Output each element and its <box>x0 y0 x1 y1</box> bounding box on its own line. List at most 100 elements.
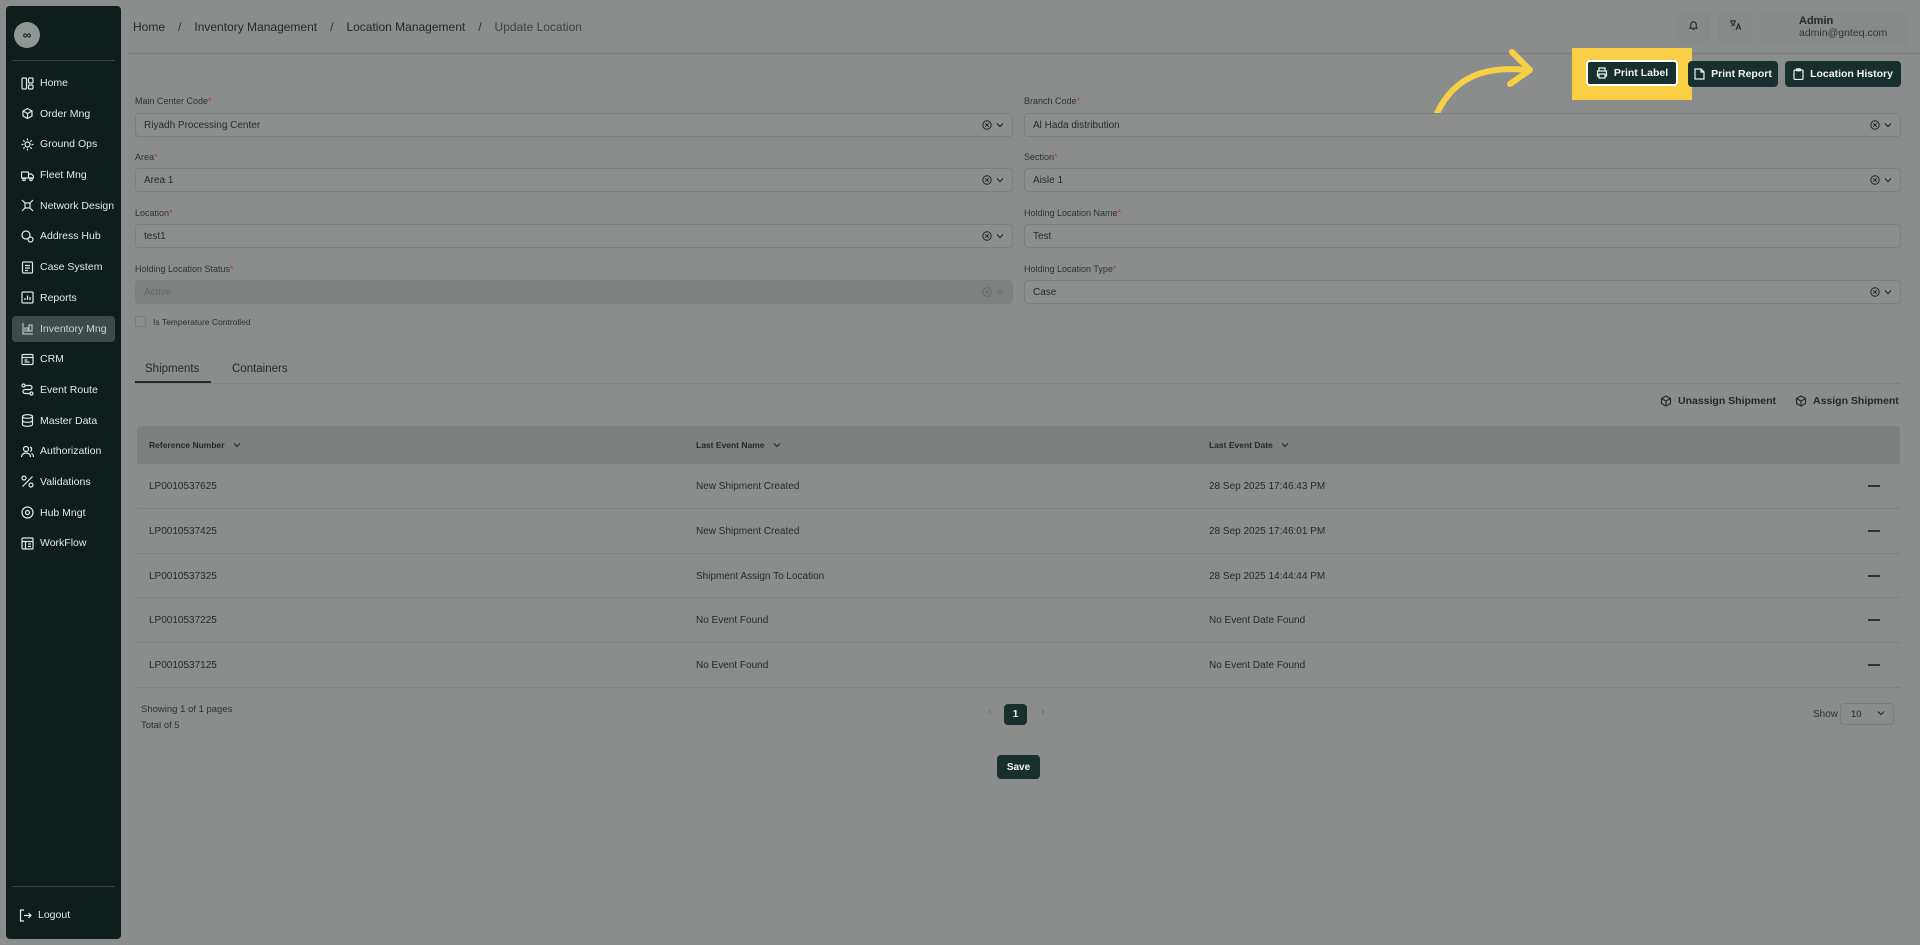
pagination-summary: Showing 1 of 1 pages Total of 5 <box>141 702 232 734</box>
area-label: Area* <box>135 152 158 162</box>
assign-shipment-label: Assign Shipment <box>1813 395 1899 407</box>
breadcrumb-separator: / <box>478 20 482 34</box>
chevron-down-icon <box>1877 709 1885 717</box>
sidebar-item-hub-mngt[interactable]: Hub Mngt <box>12 500 115 526</box>
sidebar-item-home[interactable]: Home <box>12 70 115 96</box>
temperature-controlled-checkbox[interactable] <box>135 316 146 327</box>
holding-location-name-value: Test <box>1033 231 1052 242</box>
location-select[interactable]: test1 <box>135 224 1013 248</box>
holding-location-type-select[interactable]: Case <box>1024 280 1901 304</box>
branch-code-select[interactable]: Al Hada distribution <box>1024 113 1901 137</box>
row-action-icon[interactable] <box>1868 574 1880 577</box>
clear-icon[interactable] <box>982 120 992 133</box>
unassign-shipment-label: Unassign Shipment <box>1678 395 1777 407</box>
required-marker: * <box>1076 96 1081 106</box>
chevron-down-icon <box>233 441 241 449</box>
table-row[interactable]: LP0010537425 New Shipment Created 28 Sep… <box>137 509 1900 554</box>
column-last-event-name[interactable]: Last Event Name <box>696 440 781 450</box>
row-action-icon[interactable] <box>1868 529 1880 532</box>
chevron-down-icon[interactable] <box>1884 121 1892 132</box>
sidebar-item-master-data[interactable]: Master Data <box>12 408 115 434</box>
table-row[interactable]: LP0010537125 No Event Found No Event Dat… <box>137 643 1900 688</box>
branch-code-label-text: Branch Code <box>1024 96 1077 106</box>
table-row[interactable]: LP0010537625 New Shipment Created 28 Sep… <box>137 464 1900 509</box>
notifications-button[interactable] <box>1676 12 1710 42</box>
breadcrumb-location[interactable]: Location Management <box>346 20 465 34</box>
sidebar-item-fleet-mng[interactable]: Fleet Mng <box>12 162 115 188</box>
chevron-down-icon[interactable] <box>996 232 1004 243</box>
user-menu[interactable]: Admin admin@gnteq.com <box>1760 12 1908 44</box>
save-button[interactable]: Save <box>997 755 1040 779</box>
location-history-text: Location History <box>1810 68 1893 80</box>
sidebar-item-reports[interactable]: Reports <box>12 285 115 311</box>
sidebar-item-workflow[interactable]: WorkFlow <box>12 530 115 556</box>
breadcrumb-current: Update Location <box>494 20 582 34</box>
language-button[interactable] <box>1718 12 1752 42</box>
table-header: Reference Number Last Event Name Last Ev… <box>137 426 1900 464</box>
sidebar-item-label: Address Hub <box>40 230 101 243</box>
breadcrumb-separator: / <box>330 20 334 34</box>
print-report-button[interactable]: Print Report <box>1688 61 1778 87</box>
sidebar-item-ground-ops[interactable]: Ground Ops <box>12 131 115 157</box>
tab-shipments[interactable]: Shipments <box>145 363 199 375</box>
branch-code-label: Branch Code* <box>1024 96 1080 106</box>
sidebar-item-case-system[interactable]: Case System <box>12 254 115 280</box>
page-size-select[interactable]: 10 <box>1840 703 1894 725</box>
sidebar-item-authorization[interactable]: Authorization <box>12 438 115 464</box>
logout-button[interactable]: Logout <box>18 908 70 922</box>
section-value: Aisle 1 <box>1033 175 1064 186</box>
holding-location-name-label: Holding Location Name* <box>1024 208 1121 218</box>
sidebar-item-label: WorkFlow <box>40 537 87 550</box>
printer-icon <box>1596 67 1608 79</box>
table-row[interactable]: LP0010537325 Shipment Assign To Location… <box>137 554 1900 599</box>
tab-containers[interactable]: Containers <box>232 363 288 375</box>
unassign-shipment-button[interactable]: Unassign Shipment <box>1660 395 1776 407</box>
shipments-table: Reference Number Last Event Name Last Ev… <box>137 426 1900 688</box>
sidebar-item-label: Master Data <box>40 414 98 427</box>
sidebar-item-validations[interactable]: Validations <box>12 469 115 495</box>
row-action-icon[interactable] <box>1868 664 1880 667</box>
area-select[interactable]: Area 1 <box>135 168 1013 192</box>
holding-location-name-input[interactable]: Test <box>1024 224 1901 248</box>
sidebar-item-inventory-mng[interactable]: Inventory Mng <box>12 315 115 342</box>
clear-icon[interactable] <box>1870 175 1880 188</box>
chevron-down-icon <box>773 441 781 449</box>
sidebar-item-order-mng[interactable]: Order Mng <box>12 101 115 127</box>
user-name: Admin <box>1799 15 1834 27</box>
clear-icon[interactable] <box>1870 287 1880 300</box>
package-icon <box>1660 395 1672 407</box>
chevron-down-icon[interactable] <box>996 176 1004 187</box>
prev-page-button[interactable]: ‹ <box>988 706 992 718</box>
page-button[interactable]: 1 <box>1004 704 1027 725</box>
clear-icon[interactable] <box>1870 120 1880 133</box>
location-history-button[interactable]: Location History <box>1785 61 1901 87</box>
print-label-text: Print Label <box>1613 67 1669 79</box>
app-logo[interactable]: ∞ <box>14 22 40 48</box>
chevron-down-icon[interactable] <box>996 121 1004 132</box>
row-action-icon[interactable] <box>1868 619 1880 622</box>
row-action-icon[interactable] <box>1868 485 1880 487</box>
sidebar-item-network-design[interactable]: Network Design <box>12 193 115 219</box>
sidebar-item-crm[interactable]: CRM <box>12 346 115 372</box>
section-label: Section* <box>1024 152 1058 162</box>
next-page-button[interactable]: › <box>1041 706 1045 718</box>
sidebar-item-event-route[interactable]: Event Route <box>12 377 115 403</box>
assign-shipment-button[interactable]: Assign Shipment <box>1795 395 1899 407</box>
sidebar-item-address-hub[interactable]: Address Hub <box>12 223 115 249</box>
main-center-code-select[interactable]: Riyadh Processing Center <box>135 113 1013 137</box>
chevron-down-icon[interactable] <box>1884 288 1892 299</box>
chevron-down-icon[interactable] <box>1884 176 1892 187</box>
required-marker: * <box>208 96 212 106</box>
route-icon <box>20 383 34 397</box>
table-row[interactable]: LP0010537225 No Event Found No Event Dat… <box>137 598 1900 644</box>
column-last-event-date[interactable]: Last Event Date <box>1209 440 1289 450</box>
section-select[interactable]: Aisle 1 <box>1024 168 1901 192</box>
chart-icon <box>20 291 34 305</box>
column-reference-number[interactable]: Reference Number <box>149 440 241 450</box>
print-label-button[interactable]: Print Label <box>1586 60 1678 86</box>
clear-icon[interactable] <box>982 231 992 244</box>
breadcrumb-inventory[interactable]: Inventory Management <box>194 20 317 34</box>
clear-icon[interactable] <box>982 175 992 188</box>
breadcrumb-home[interactable]: Home <box>133 20 165 34</box>
map-pin-icon <box>20 229 34 243</box>
